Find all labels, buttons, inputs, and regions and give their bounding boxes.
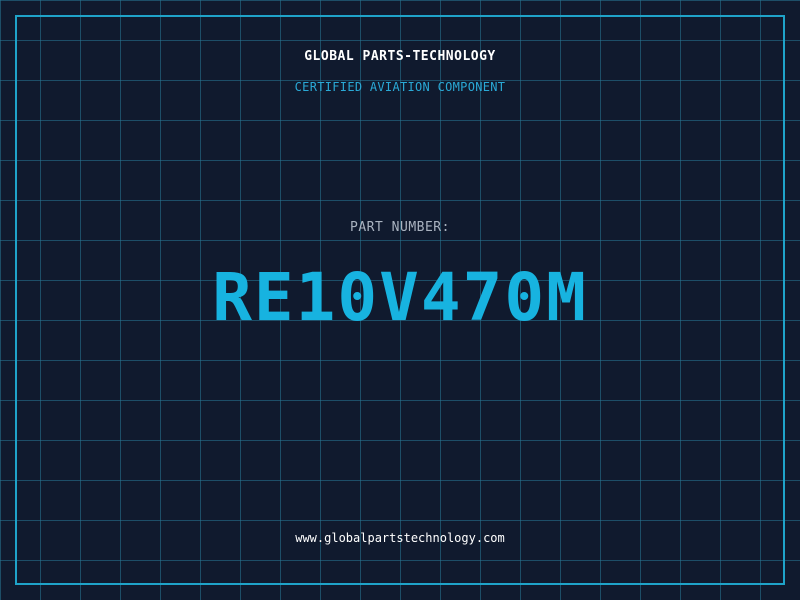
website-url: www.globalpartstechnology.com [295,531,505,545]
company-name: GLOBAL PARTS-TECHNOLOGY [304,49,496,64]
label-card: GLOBAL PARTS-TECHNOLOGY CERTIFIED AVIATI… [0,0,800,600]
certification-subtitle: CERTIFIED AVIATION COMPONENT [294,80,506,94]
part-number-value: RE10V470M [212,259,588,336]
part-number-label: PART NUMBER: [350,220,450,235]
